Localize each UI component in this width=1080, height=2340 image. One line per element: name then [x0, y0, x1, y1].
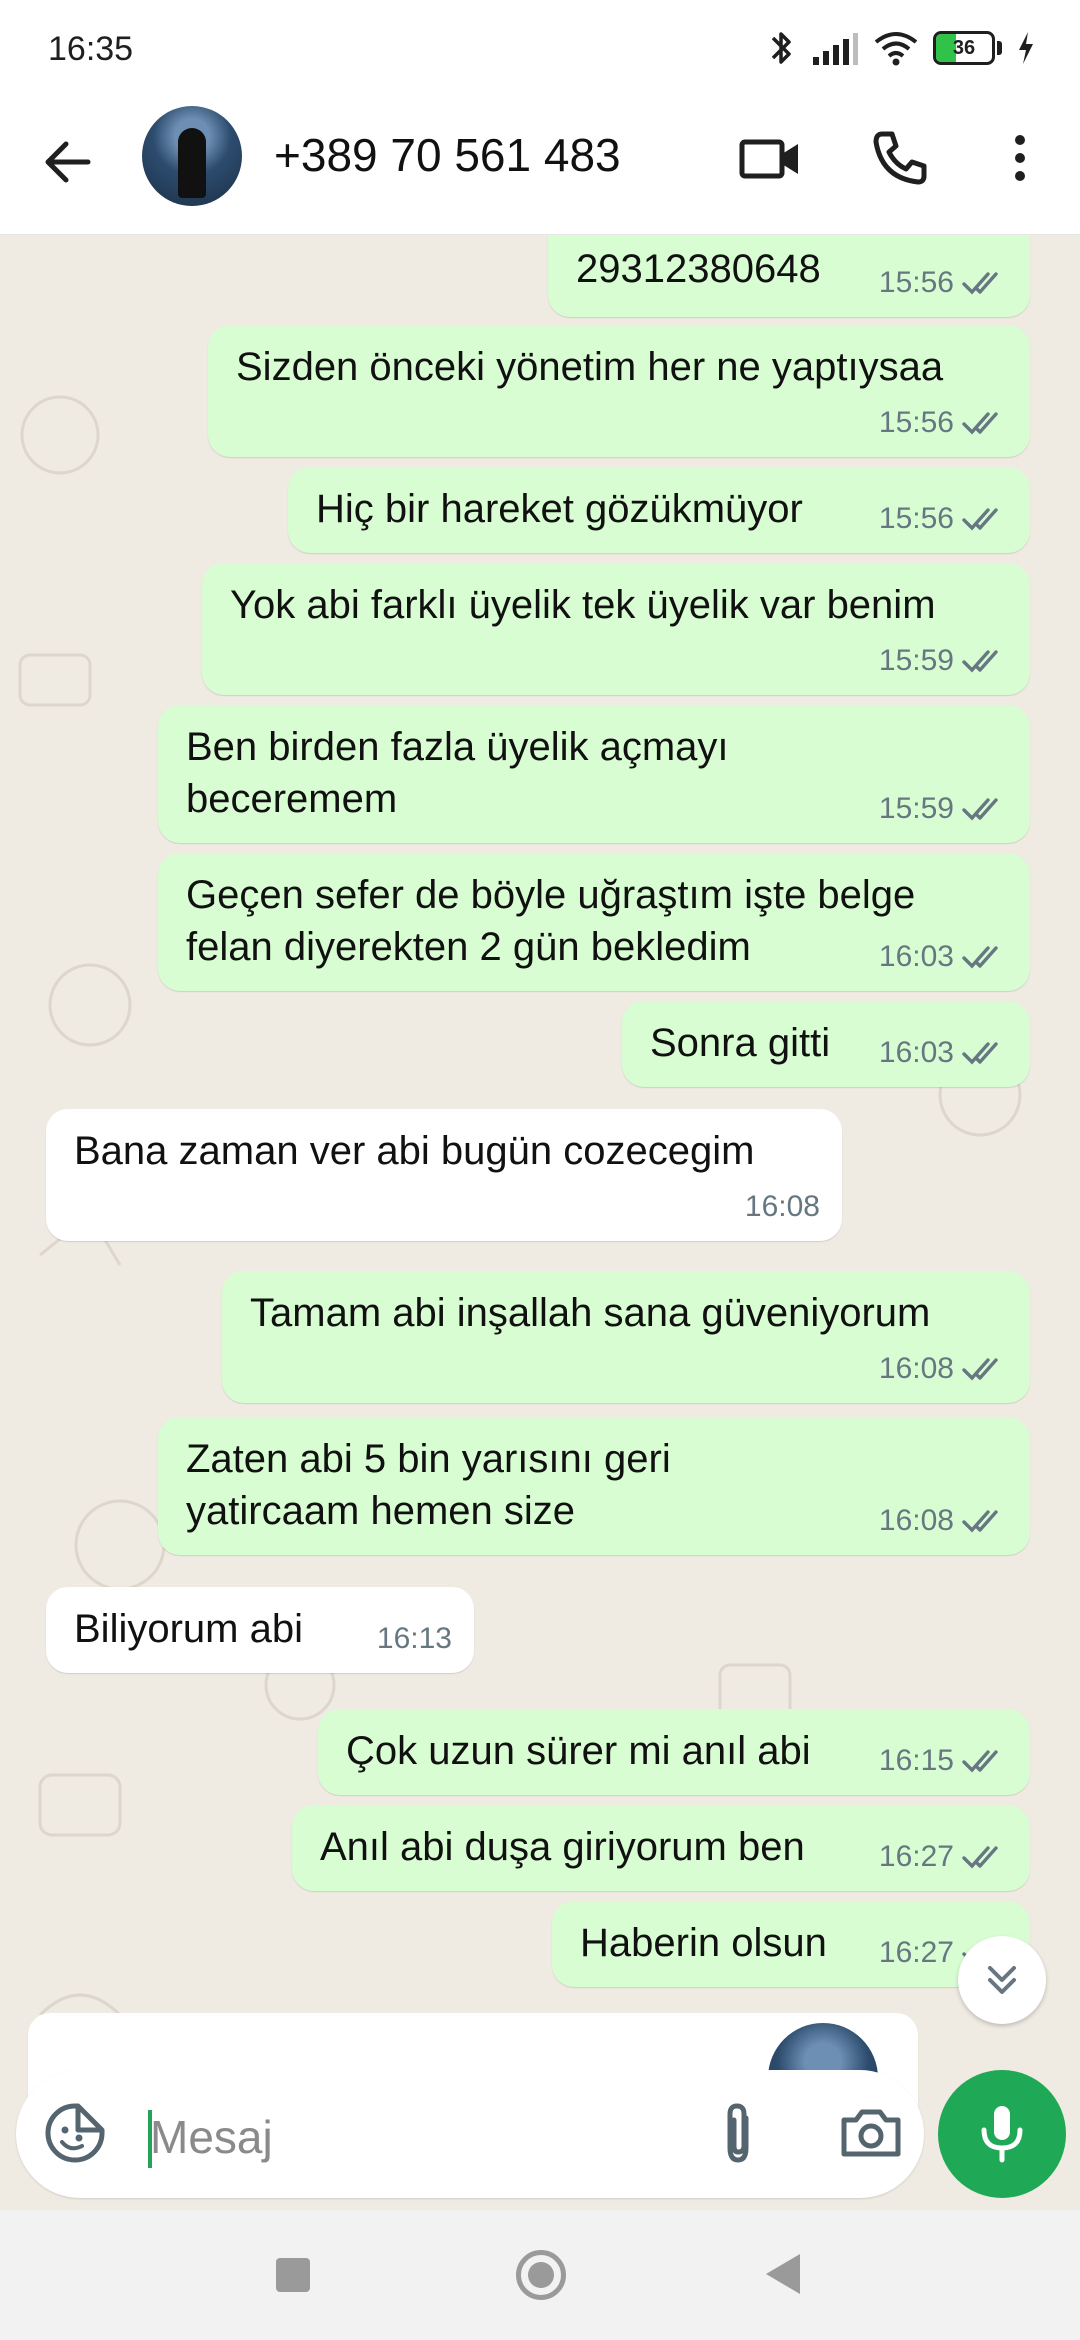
message-bubble[interactable]: Bana zaman ver abi bugün cozecegim 16:08	[46, 1109, 842, 1241]
charging-icon	[1019, 32, 1033, 64]
message-meta: 16:27	[879, 1831, 1008, 1883]
contact-name[interactable]: +389 70 561 483	[274, 128, 621, 182]
battery-icon: 36	[933, 31, 995, 65]
message-meta: 15:56	[879, 257, 1008, 309]
message-bubble[interactable]: Zaten abi 5 bin yarısını geri yatircaam …	[158, 1417, 1030, 1555]
message-text: Ben birden fazla üyelik açmayı beceremem	[186, 725, 729, 821]
message-meta: 16:03	[879, 1027, 1008, 1079]
read-ticks-icon	[962, 650, 998, 673]
bluetooth-icon	[771, 32, 791, 64]
battery-tip	[997, 41, 1002, 55]
message-time: 16:08	[878, 1504, 954, 1537]
status-time: 16:35	[48, 30, 134, 68]
status-icons: 36	[767, 28, 1036, 68]
more-options-icon[interactable]	[1000, 126, 1040, 190]
avatar-figure	[178, 128, 206, 198]
chat-header: +389 70 561 483	[0, 100, 1080, 235]
battery-level: 36	[952, 36, 976, 59]
recents-button[interactable]	[276, 2258, 310, 2292]
home-button[interactable]	[516, 2250, 566, 2300]
message-text: Tamam abi inşallah sana güveniyorum	[250, 1291, 931, 1335]
message-time: 16:08	[878, 1352, 954, 1385]
system-navigation-bar	[0, 2210, 1080, 2340]
message-bubble[interactable]: Tamam abi inşallah sana güveniyorum 16:0…	[222, 1271, 1030, 1403]
message-text: Yok abi farklı üyelik tek üyelik var ben…	[230, 583, 936, 627]
message-text: Sizden önceki yönetim her ne yaptıysaa	[236, 345, 944, 389]
message-bubble[interactable]: Çok uzun sürer mi anıl abi 16:15	[318, 1709, 1030, 1795]
message-time: 15:59	[878, 644, 954, 677]
message-time: 16:08	[744, 1190, 820, 1223]
message-meta: 16:03	[879, 931, 1008, 983]
message-bubble[interactable]: Biliyorum abi 16:13	[46, 1587, 474, 1673]
voice-message-button[interactable]	[938, 2070, 1066, 2198]
read-ticks-icon	[962, 508, 998, 531]
read-ticks-icon	[962, 798, 998, 821]
message-bubble[interactable]: Hiç bir hareket gözükmüyor 15:56	[288, 467, 1030, 553]
message-time: 15:59	[878, 792, 954, 825]
message-meta: 16:15	[879, 1735, 1008, 1787]
sticker-icon[interactable]	[42, 2100, 108, 2166]
message-bubble[interactable]: Sonra gitti 16:03	[622, 1001, 1030, 1087]
read-ticks-icon	[962, 1750, 998, 1773]
phone-call-icon[interactable]	[868, 126, 932, 190]
message-meta: 16:08	[879, 1495, 1008, 1547]
message-time: 16:15	[878, 1744, 954, 1777]
signal-icon	[813, 33, 858, 65]
status-bar: 16:35 36	[0, 0, 1080, 100]
read-ticks-icon	[962, 1846, 998, 1869]
message-input[interactable]: Mesaj	[16, 2070, 924, 2198]
message-text: Anıl abi duşa giriyorum ben	[320, 1825, 805, 1869]
message-meta: 15:59	[879, 635, 1008, 687]
video-call-icon[interactable]	[738, 126, 802, 190]
message-time: 16:27	[878, 1840, 954, 1873]
message-placeholder: Mesaj	[150, 2111, 273, 2163]
microphone-icon	[981, 2106, 1023, 2163]
read-ticks-icon	[962, 1042, 998, 1065]
message-text: Geçen sefer de böyle uğraştım işte belge…	[186, 873, 916, 969]
message-time: 16:27	[878, 1936, 954, 1969]
message-text: Zaten abi 5 bin yarısını geri yatircaam …	[186, 1437, 671, 1533]
message-bubble[interactable]: Ben birden fazla üyelik açmayı beceremem…	[158, 705, 1030, 843]
read-ticks-icon	[962, 272, 998, 295]
message-bubble[interactable]: Yok abi farklı üyelik tek üyelik var ben…	[202, 563, 1030, 695]
read-ticks-icon	[962, 1510, 998, 1533]
message-meta: 16:08	[879, 1343, 1008, 1395]
back-arrow-icon[interactable]	[36, 130, 100, 194]
read-ticks-icon	[962, 412, 998, 435]
message-text: Sonra gitti	[650, 1021, 831, 1065]
message-time: 15:56	[878, 502, 954, 535]
message-meta: 16:08	[745, 1181, 820, 1233]
chat-area[interactable]: 29312380648 15:56 Sizden önceki yönetim …	[0, 235, 1080, 2210]
avatar[interactable]	[142, 106, 242, 206]
message-bubble[interactable]: Sizden önceki yönetim her ne yaptıysaa 1…	[208, 325, 1030, 457]
message-meta: 15:59	[879, 783, 1008, 835]
message-text: Biliyorum abi	[74, 1607, 303, 1651]
double-chevron-down-icon	[988, 1966, 1016, 1994]
message-text: 29312380648	[576, 247, 821, 291]
read-ticks-icon	[962, 946, 998, 969]
message-text: Bana zaman ver abi bugün cozecegim	[74, 1129, 755, 1173]
message-time: 16:03	[878, 940, 954, 973]
message-text: Çok uzun sürer mi anıl abi	[346, 1729, 811, 1773]
message-meta: 15:56	[879, 397, 1008, 449]
message-bubble[interactable]: Anıl abi duşa giriyorum ben 16:27	[292, 1805, 1030, 1891]
scroll-to-bottom-button[interactable]	[958, 1936, 1046, 2024]
back-button[interactable]	[766, 2254, 800, 2294]
message-text: Hiç bir hareket gözükmüyor	[316, 487, 803, 531]
camera-icon[interactable]	[838, 2100, 904, 2166]
message-time: 16:13	[376, 1622, 452, 1655]
message-bubble[interactable]: 29312380648 15:56	[548, 235, 1030, 317]
message-bubble[interactable]: Geçen sefer de böyle uğraştım işte belge…	[158, 853, 1030, 991]
message-time: 15:56	[878, 406, 954, 439]
attach-clip-icon[interactable]	[706, 2100, 770, 2166]
wifi-icon	[874, 32, 918, 66]
message-meta: 16:13	[377, 1613, 452, 1665]
message-text: Haberin olsun	[580, 1921, 827, 1965]
read-ticks-icon	[962, 1358, 998, 1381]
message-time: 16:03	[878, 1036, 954, 1069]
message-meta: 15:56	[879, 493, 1008, 545]
composer-bar: Mesaj	[0, 2060, 1080, 2210]
message-time: 15:56	[878, 266, 954, 299]
